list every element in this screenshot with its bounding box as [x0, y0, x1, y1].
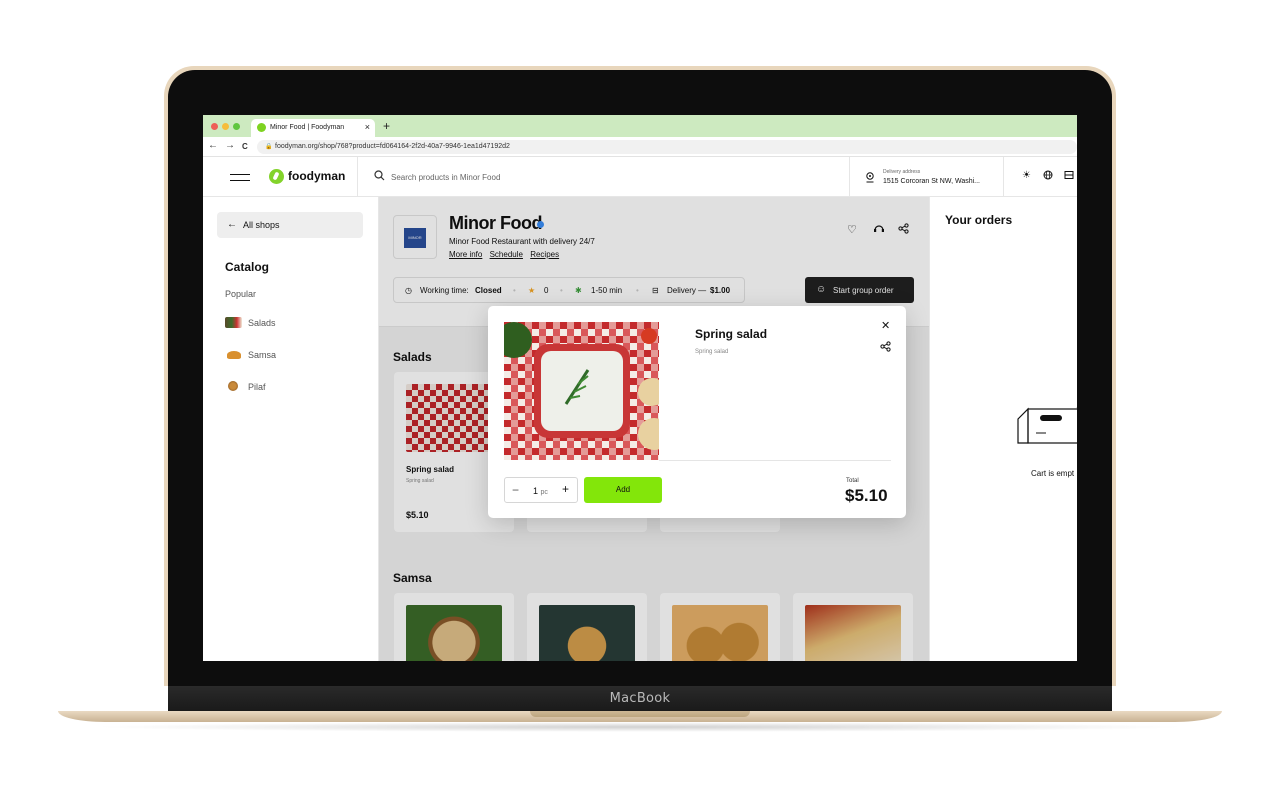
laptop-notch	[530, 711, 750, 717]
salads-thumbnail-icon	[225, 317, 242, 328]
quantity-unit: pc	[540, 489, 548, 496]
left-sidebar: ← All shops Catalog Popular Salads Samsa…	[203, 197, 379, 661]
window-minimize-dot[interactable]	[222, 123, 229, 130]
window-maximize-dot[interactable]	[233, 123, 240, 130]
samsa-thumbnail-icon	[227, 351, 241, 359]
catalog-title: Catalog	[225, 260, 270, 274]
url-field[interactable]: 🔒 foodyman.org/shop/768?product=fd064164…	[257, 140, 1077, 154]
menu-icon[interactable]	[230, 174, 250, 181]
sidebar-item-label: Samsa	[248, 350, 277, 360]
location-pin-icon	[865, 172, 875, 186]
total-label: Total	[846, 478, 859, 484]
url-text: foodyman.org/shop/768?product=fd064164-2…	[275, 143, 510, 150]
product-image	[504, 322, 659, 460]
favicon-icon	[257, 123, 266, 132]
logo-text[interactable]: foodyman	[288, 169, 345, 183]
app-header: foodyman Delivery address 1515 Corcoran …	[203, 157, 1077, 197]
globe-icon[interactable]	[1043, 170, 1053, 183]
quantity-stepper: − 1 pc +	[504, 477, 578, 503]
all-shops-button[interactable]: ← All shops	[217, 212, 363, 238]
header-divider	[1003, 157, 1004, 197]
pilaf-thumbnail-icon	[228, 381, 238, 391]
sidebar-item-label: Pilaf	[248, 382, 266, 392]
macbook-label: MacBook	[609, 691, 671, 706]
increase-button[interactable]: +	[562, 482, 569, 496]
layout-icon[interactable]	[1064, 170, 1074, 183]
tab-close-icon[interactable]: ×	[365, 122, 370, 132]
back-icon[interactable]: ←	[208, 140, 218, 151]
foodyman-logo-icon[interactable]	[269, 169, 284, 184]
empty-box-icon	[1017, 407, 1077, 444]
window-close-dot[interactable]	[211, 123, 218, 130]
modal-product-name: Spring salad	[695, 327, 768, 341]
lock-icon: 🔒	[265, 144, 273, 150]
header-divider	[357, 157, 358, 197]
close-icon[interactable]: ✕	[881, 319, 890, 332]
browser-tab[interactable]: Minor Food | Foodyman ×	[251, 119, 375, 137]
arrow-left-icon: ←	[227, 219, 237, 230]
delivery-address-value[interactable]: 1515 Corcoran St NW, Washi...	[883, 178, 980, 185]
add-to-cart-button[interactable]: Add	[584, 477, 662, 503]
search-input[interactable]	[391, 170, 791, 184]
laptop-chin: MacBook	[168, 686, 1112, 711]
sun-icon[interactable]: ☀	[1022, 170, 1031, 181]
product-modal: Spring salad Spring salad ✕ − 1 pc + Add…	[488, 306, 906, 518]
screen: Minor Food | Foodyman × + ← → C 🔒 foodym…	[203, 115, 1077, 661]
laptop-shadow	[90, 722, 1190, 732]
header-divider	[849, 157, 850, 197]
reload-icon[interactable]: C	[242, 142, 248, 151]
decrease-button[interactable]: −	[512, 483, 519, 497]
modal-divider	[659, 460, 891, 461]
browser-tab-bar: Minor Food | Foodyman × +	[203, 115, 1077, 137]
new-tab-button[interactable]: +	[383, 119, 390, 133]
address-bar: ← → C 🔒 foodyman.org/shop/768?product=fd…	[203, 137, 1077, 157]
orders-sidebar: Your orders Cart is empt	[929, 197, 1077, 661]
modal-product-subtitle: Spring salad	[695, 349, 729, 355]
all-shops-label: All shops	[243, 220, 280, 230]
sidebar-item-label: Popular	[225, 289, 257, 299]
search-icon	[374, 170, 385, 184]
quantity-value: 1 pc	[533, 486, 548, 496]
orders-title: Your orders	[945, 213, 1013, 227]
total-value: $5.10	[845, 486, 888, 505]
forward-icon[interactable]: →	[225, 140, 235, 151]
delivery-address-label: Delivery address	[883, 169, 921, 175]
cart-empty-text: Cart is empt	[1031, 469, 1075, 478]
tab-title: Minor Food | Foodyman	[270, 124, 345, 131]
sidebar-item-label: Salads	[248, 318, 276, 328]
share-icon[interactable]	[880, 341, 891, 355]
